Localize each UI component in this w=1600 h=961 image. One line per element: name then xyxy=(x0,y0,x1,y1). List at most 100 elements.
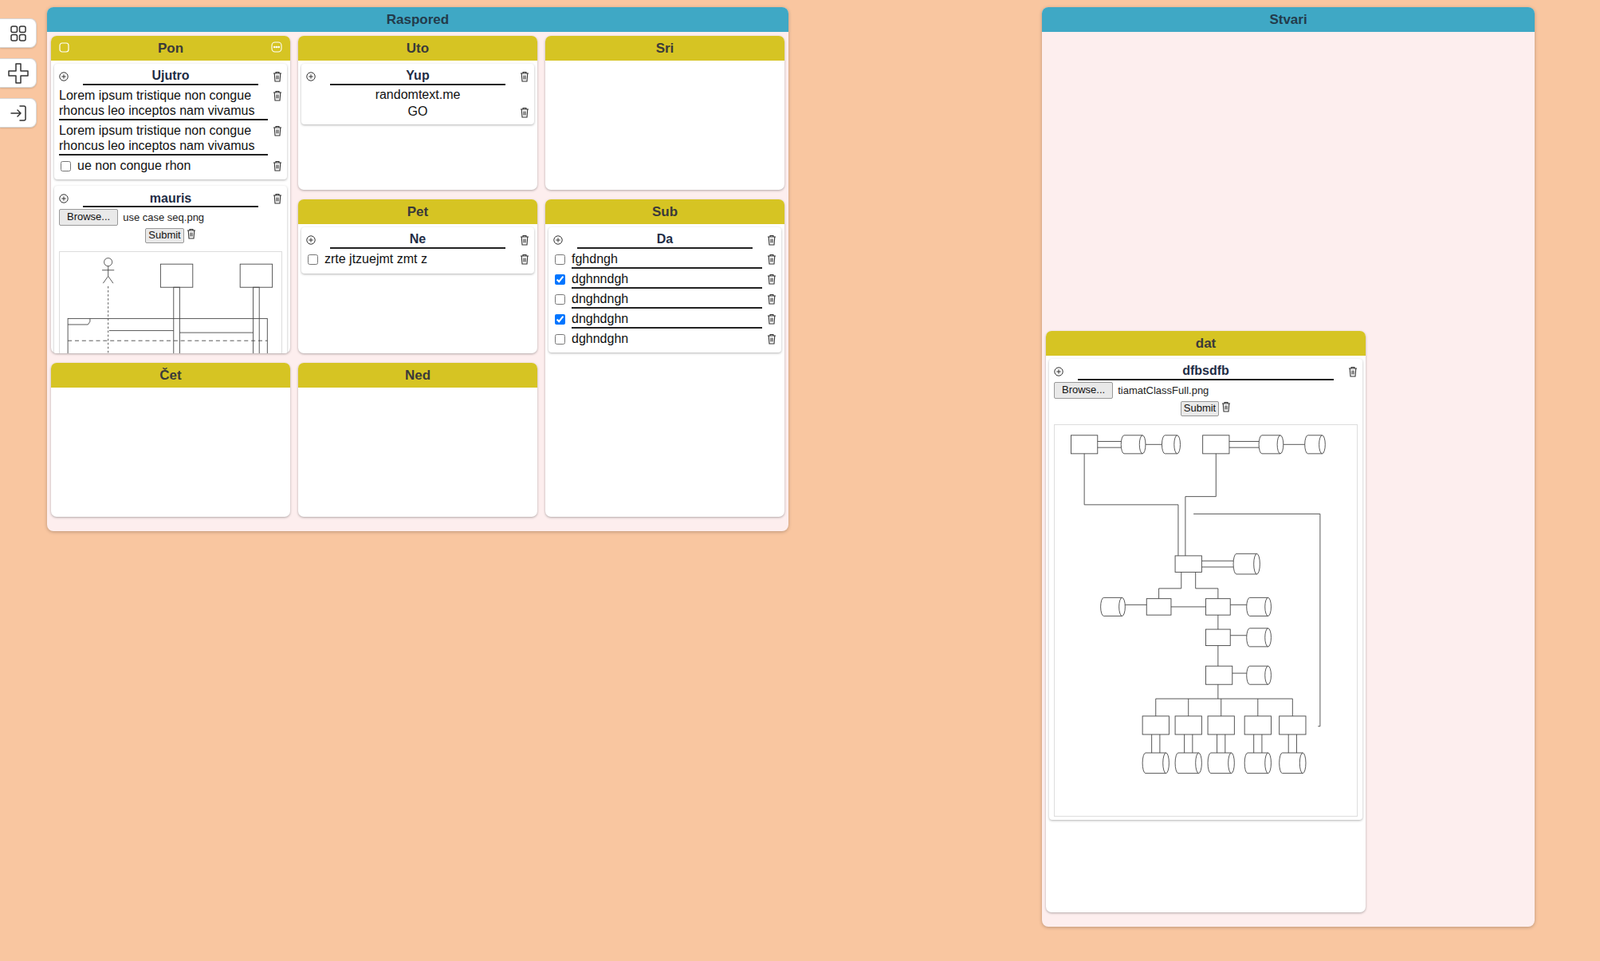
trash-icon[interactable] xyxy=(519,234,530,246)
list-header: Da xyxy=(553,229,777,251)
list-card: Yuprandomtext.meGO xyxy=(301,63,535,125)
item-checkbox[interactable] xyxy=(554,314,566,325)
board-title: Raspored xyxy=(47,7,789,32)
login-icon xyxy=(8,103,28,123)
item-text[interactable]: zrte jtzuejmt zmt z xyxy=(324,251,515,269)
trash-icon[interactable] xyxy=(766,331,777,345)
day-column: Pet Ne zrte jtzuejmt zmt z xyxy=(298,199,538,354)
add-item-icon[interactable] xyxy=(306,235,316,245)
trash-icon[interactable] xyxy=(766,234,777,246)
item-checkbox[interactable] xyxy=(554,274,566,285)
file-row: Browse...use case seq.png xyxy=(58,208,283,226)
trash-icon[interactable] xyxy=(1221,400,1231,413)
board: Raspored Pon Ujutro Lorem ipsum tristique n… xyxy=(47,7,789,531)
item-text[interactable]: dnghdngh xyxy=(571,291,763,309)
trash-icon[interactable] xyxy=(766,291,777,305)
board: StvaridatdfbsdfbBrowse...tiamatClassFull… xyxy=(1041,7,1535,927)
add-item-icon[interactable] xyxy=(1053,366,1064,377)
trash-icon[interactable] xyxy=(272,158,283,172)
browse-button[interactable]: Browse... xyxy=(58,208,118,226)
column-header: Pon xyxy=(51,35,291,61)
checkbox-item: dnghdngh xyxy=(553,290,777,311)
item-checkbox[interactable] xyxy=(554,294,566,305)
trash-icon[interactable] xyxy=(519,251,530,265)
item-text[interactable]: fghdngh xyxy=(571,251,763,269)
list-header: dfbsdfb xyxy=(1053,361,1358,382)
list-header: mauris xyxy=(58,188,283,209)
column-title: Čet xyxy=(159,365,181,386)
link-row: GO xyxy=(306,102,530,122)
day-column: UtoYuprandomtext.meGO xyxy=(298,35,538,190)
board-body: datdfbsdfbBrowse...tiamatClassFull.pngSu… xyxy=(1041,31,1535,51)
item-text[interactable]: dghndghn xyxy=(571,331,763,349)
item-text[interactable]: ue non congue rhon xyxy=(77,158,268,176)
submit-button[interactable]: Submit xyxy=(1180,400,1219,417)
column-body: Ujutro Lorem ipsum tristique non congue r… xyxy=(51,60,291,354)
item-text[interactable]: Lorem ipsum tristique non congue rhoncus… xyxy=(58,88,268,121)
add-item-icon[interactable] xyxy=(553,235,563,245)
checkbox-item: fghdngh xyxy=(553,250,777,271)
list-header: Ne xyxy=(306,229,530,251)
day-column: Sri xyxy=(545,35,785,190)
link-text[interactable]: randomtext.me xyxy=(306,86,530,103)
browse-button[interactable]: Browse... xyxy=(1053,381,1113,399)
trash-icon[interactable] xyxy=(272,88,283,102)
list-title[interactable]: mauris xyxy=(82,190,259,208)
list-header: Ujutro xyxy=(58,66,283,87)
item-text[interactable]: dghnndgh xyxy=(571,271,763,289)
trash-icon[interactable] xyxy=(519,70,530,83)
plus-icon xyxy=(7,62,30,85)
boards-button[interactable] xyxy=(0,18,37,48)
submit-row: Submit xyxy=(58,228,283,244)
trash-icon[interactable] xyxy=(766,271,777,285)
add-item-icon[interactable] xyxy=(58,193,69,204)
trash-icon[interactable] xyxy=(766,311,777,325)
column-title: Pon xyxy=(157,38,184,59)
link-item: randomtext.meGO xyxy=(306,86,530,122)
menu-icon[interactable] xyxy=(271,41,283,53)
list-title[interactable]: Ne xyxy=(330,231,506,248)
column-body: dfbsdfbBrowse...tiamatClassFull.pngSubmi… xyxy=(1045,355,1366,913)
submit-button[interactable]: Submit xyxy=(145,228,184,244)
add-item-icon[interactable] xyxy=(306,71,316,82)
list-title[interactable]: dfbsdfb xyxy=(1077,362,1334,380)
list-title[interactable]: Ujutro xyxy=(82,67,259,85)
day-column: Ned xyxy=(298,362,538,517)
item-checkbox[interactable] xyxy=(554,334,566,345)
board-body: Pon Ujutro Lorem ipsum tristique non congu… xyxy=(47,31,789,531)
checkbox-item: ue non congue rhon xyxy=(58,157,283,177)
item-checkbox[interactable] xyxy=(307,254,319,265)
trash-icon[interactable] xyxy=(186,228,197,240)
item-checkbox[interactable] xyxy=(60,161,71,172)
text-item: Lorem ipsum tristique non congue rhoncus… xyxy=(58,121,283,158)
column-body xyxy=(298,387,538,517)
item-text[interactable]: dnghdghn xyxy=(571,311,763,329)
image-preview xyxy=(1053,424,1358,817)
login-button[interactable] xyxy=(0,98,37,128)
select-icon[interactable] xyxy=(58,42,70,53)
column-header: Čet xyxy=(51,362,291,388)
add-button[interactable] xyxy=(0,58,37,88)
submit-row: Submit xyxy=(1053,400,1358,417)
day-column: Pon Ujutro Lorem ipsum tristique non congu… xyxy=(51,35,291,354)
trash-icon[interactable] xyxy=(272,123,283,137)
trash-icon[interactable] xyxy=(519,105,530,118)
column-header: dat xyxy=(1045,330,1366,356)
trash-icon[interactable] xyxy=(1348,365,1358,378)
item-checkbox[interactable] xyxy=(554,254,566,265)
board-title: Stvari xyxy=(1041,7,1535,32)
list-card: dfbsdfbBrowse...tiamatClassFull.pngSubmi… xyxy=(1049,358,1363,820)
list-title[interactable]: Yup xyxy=(330,67,506,85)
sidebar xyxy=(0,0,37,961)
list-title[interactable]: Da xyxy=(577,231,753,248)
text-item: Lorem ipsum tristique non congue rhoncus… xyxy=(58,86,283,122)
go-button[interactable]: GO xyxy=(408,102,429,122)
add-item-icon[interactable] xyxy=(58,71,69,82)
column-header: Pet xyxy=(298,199,538,225)
trash-icon[interactable] xyxy=(272,70,283,83)
column-body: Yuprandomtext.meGO xyxy=(298,60,538,190)
trash-icon[interactable] xyxy=(272,192,283,205)
trash-icon[interactable] xyxy=(766,251,777,265)
item-text[interactable]: Lorem ipsum tristique non congue rhoncus… xyxy=(58,123,268,156)
column-title: Sri xyxy=(656,38,675,59)
